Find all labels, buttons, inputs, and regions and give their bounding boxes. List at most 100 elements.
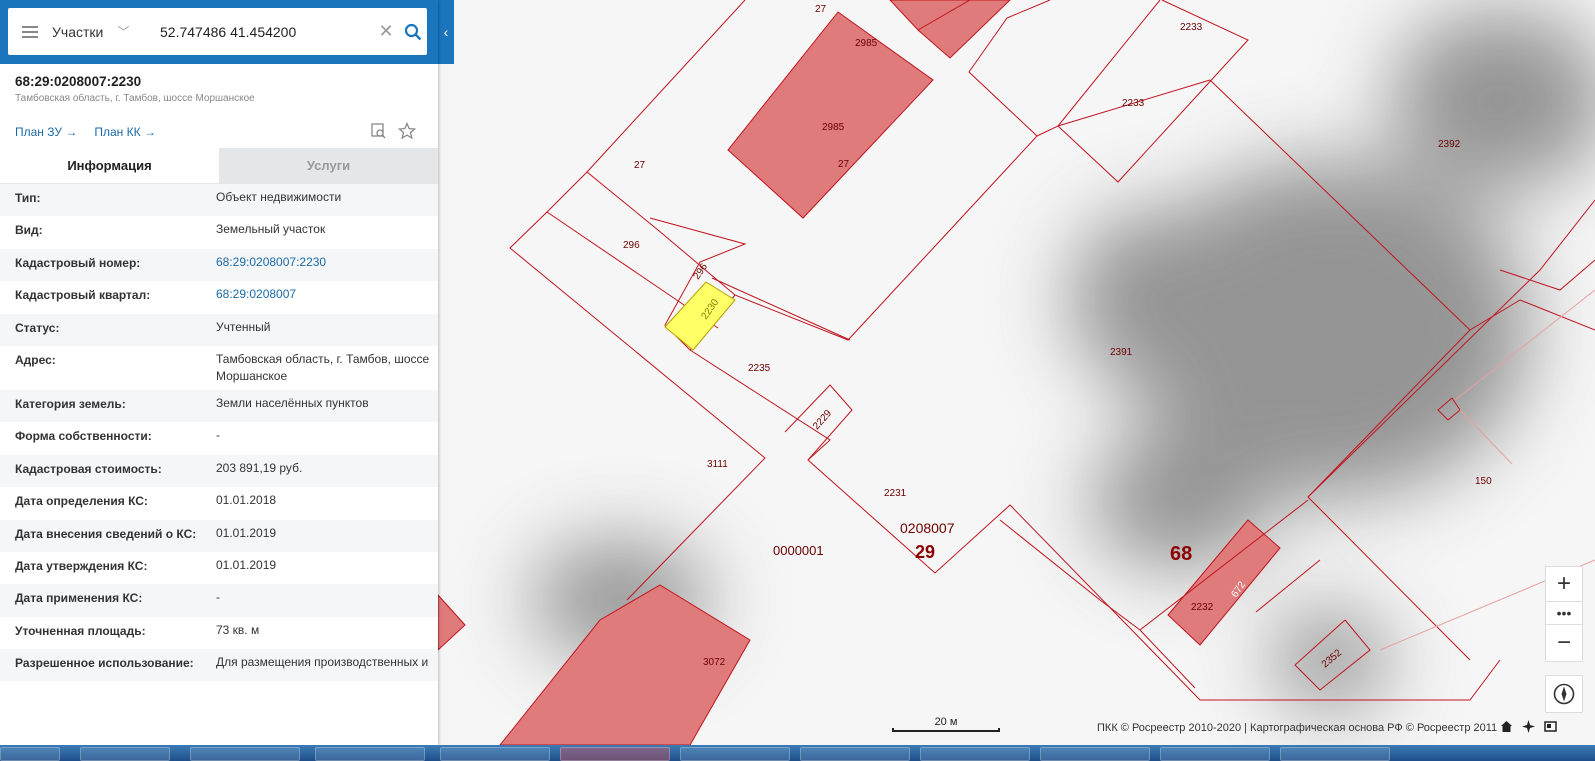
plan-links: План ЗУ → План КК → — [15, 125, 156, 139]
taskbar-item[interactable] — [1040, 747, 1150, 761]
search-icon — [404, 23, 422, 40]
layer-select-value: Участки — [52, 23, 104, 40]
compass-icon — [1553, 683, 1575, 705]
label-2235: 2235 — [748, 363, 771, 374]
plan-zu-link[interactable]: План ЗУ → — [15, 125, 77, 139]
label-quarter-0208007: 0208007 — [900, 520, 955, 536]
layer-select[interactable]: Участки ﹀ — [52, 23, 160, 40]
zoom-out-button[interactable]: − — [1545, 624, 1583, 662]
tabs: Информация Услуги — [0, 148, 438, 184]
info-key: Кадастровый номер: — [15, 255, 141, 270]
info-key: Кадастровая стоимость: — [15, 461, 162, 476]
fullscreen-icon[interactable] — [1544, 720, 1557, 733]
label-2231: 2231 — [884, 488, 907, 499]
chevron-down-icon: ﹀ — [117, 25, 130, 39]
search-input[interactable] — [160, 11, 373, 52]
taskbar-item[interactable] — [315, 747, 425, 761]
info-row: Разрешенное использование: Для размещения… — [0, 649, 438, 682]
search-bar: Участки ﹀ ✕ — [0, 0, 438, 64]
info-row: Уточненная площадь: 73 кв. м — [0, 617, 438, 649]
tab-info[interactable]: Информация — [0, 148, 219, 183]
info-value: 203 891,19 руб. — [216, 460, 303, 475]
info-row: Форма собственности: - — [0, 422, 438, 454]
info-row: Кадастровая стоимость: 203 891,19 руб. — [0, 454, 438, 488]
label-150: 150 — [1475, 476, 1492, 487]
info-row: Статус: Учтенный — [0, 313, 438, 346]
label-2233b: 2233 — [1122, 98, 1145, 109]
taskbar-item[interactable] — [1280, 747, 1390, 761]
zoom-in-button[interactable]: + — [1545, 566, 1583, 602]
label-296b: 296 — [691, 261, 710, 281]
clear-icon[interactable]: ✕ — [373, 21, 399, 42]
taskbar-item[interactable] — [80, 747, 170, 761]
info-key: Тип: — [15, 191, 41, 205]
zoom-to-object-icon[interactable] — [370, 122, 388, 140]
info-row: Дата внесения сведений о КС: 01.01.2019 — [0, 519, 438, 552]
compass-button[interactable] — [1545, 675, 1583, 713]
label-27a: 27 — [815, 4, 827, 15]
info-row: Дата определения КС: 01.01.2018 — [0, 487, 438, 519]
info-value: 01.01.2019 — [216, 557, 277, 572]
info-key: Дата применения КС: — [15, 591, 143, 606]
info-key: Статус: — [15, 320, 60, 335]
info-key: Кадастровый квартал: — [15, 288, 151, 303]
more-zoom-button[interactable]: ••• — [1545, 602, 1583, 624]
info-value-link[interactable]: 68:29:0208007 — [216, 286, 438, 308]
chevron-left-icon: ‹ — [443, 24, 449, 40]
taskbar-start-button[interactable] — [0, 747, 60, 761]
taskbar-item[interactable] — [680, 747, 790, 761]
label-3072: 3072 — [703, 657, 726, 668]
label-27c: 27 — [634, 160, 646, 171]
label-296a: 296 — [623, 240, 640, 251]
info-value: 73 кв. м — [216, 622, 260, 637]
info-row: Тип: Объект недвижимости — [0, 184, 438, 217]
label-quarter-0000001: 0000001 — [773, 543, 824, 558]
label-district-29: 29 — [915, 542, 935, 562]
info-row: Дата утверждения КС: 01.01.2019 — [0, 552, 438, 584]
taskbar-item[interactable] — [800, 747, 910, 761]
copyright-text: ПКК © Росреестр 2010-2020 | Картографиче… — [1097, 722, 1498, 734]
home-icon[interactable] — [1500, 720, 1513, 733]
info-value-link[interactable]: 68:29:0208007:2230 — [216, 254, 438, 276]
info-key: Адрес: — [15, 352, 56, 367]
label-2985a: 2985 — [855, 38, 878, 49]
locate-icon[interactable] — [1522, 720, 1535, 733]
search-button[interactable] — [399, 23, 427, 41]
info-value: 01.01.2018 — [216, 493, 277, 508]
info-value: Земли населённых пунктов — [216, 395, 369, 410]
info-key: Дата утверждения КС: — [15, 558, 148, 573]
taskbar-item[interactable] — [560, 747, 670, 761]
label-2232: 2232 — [1191, 602, 1214, 613]
label-2391: 2391 — [1110, 347, 1133, 358]
info-value: Тамбовская область, г. Тамбов, шоссе Мор… — [216, 351, 430, 383]
object-address: Тамбовская область, г. Тамбов, шоссе Мор… — [15, 93, 255, 104]
label-2985b: 2985 — [822, 122, 845, 133]
info-key: Дата внесения сведений о КС: — [15, 526, 197, 541]
favorite-star-icon[interactable] — [397, 121, 417, 140]
tab-services[interactable]: Услуги — [219, 148, 438, 183]
taskbar-item[interactable] — [920, 747, 1030, 761]
plan-kk-link[interactable]: План КК → — [94, 125, 156, 139]
label-2233a: 2233 — [1180, 22, 1203, 33]
collapse-panel-button[interactable]: ‹ — [438, 0, 454, 64]
taskbar-item[interactable] — [1160, 747, 1270, 761]
label-2392: 2392 — [1438, 139, 1461, 150]
info-row: Адрес: Тамбовская область, г. Тамбов, шос… — [0, 346, 438, 390]
taskbar-item[interactable] — [190, 747, 300, 761]
label-3111: 3111 — [707, 459, 728, 470]
taskbar-item[interactable] — [440, 747, 550, 761]
info-panel: Участки ﹀ ✕ 68:29:0208007:2230 Тамбовска… — [0, 0, 438, 745]
hamburger-icon — [22, 30, 38, 33]
info-row: Категория земель: Земли населённых пункто… — [0, 389, 438, 423]
info-value: Земельный участок — [216, 222, 326, 237]
search-box: Участки ﹀ ✕ — [8, 8, 427, 55]
info-value: - — [216, 590, 220, 605]
info-value: - — [216, 428, 220, 443]
app-root: 27 2985 2985 27 27 2233 2233 2392 296 29… — [0, 0, 1595, 761]
menu-button[interactable] — [8, 8, 52, 55]
info-row: Вид: Земельный участок — [0, 216, 438, 248]
label-27b: 27 — [838, 159, 850, 170]
bottom-icons — [1500, 720, 1557, 733]
header-icons — [370, 121, 417, 140]
info-key: Категория земель: — [15, 396, 126, 411]
